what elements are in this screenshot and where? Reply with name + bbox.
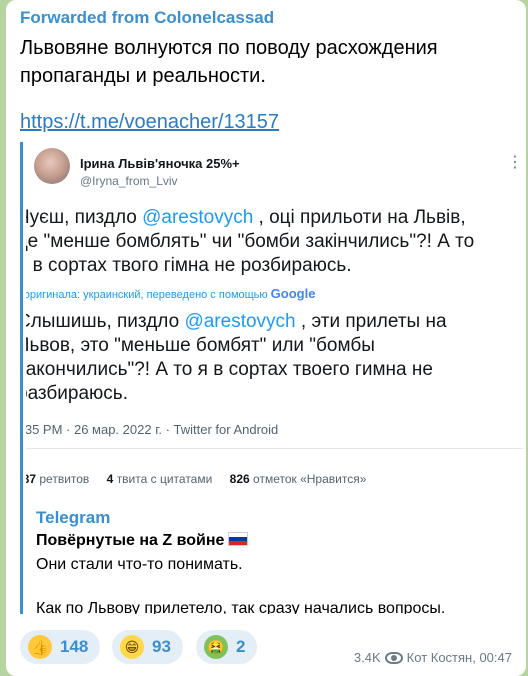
tweet-line: Львов, это "меньше бомбят" или "бомбы (26, 335, 375, 356)
tweet-original-text: Чуєш, пиздло @arestovych , оці прильоти … (26, 206, 523, 278)
google-logo: Google (270, 286, 316, 301)
grinning-face-icon: 😁 (120, 635, 144, 659)
message-text-line: пропаганды и реальности. (20, 65, 266, 87)
thumbs-up-icon: 👍 (28, 635, 52, 659)
preview-text-line: Как по Львову прилетело, так сразу начал… (36, 600, 446, 614)
tweet-line: Слышишь, пиздло @arestovych , эти прилет… (26, 311, 447, 332)
preview-text-line: Они стали что-то понимать. (36, 556, 243, 573)
russia-flag-icon (228, 532, 249, 546)
link-preview[interactable]: Ірина Львів'яночка 25%+ @Iryna_from_Lviv… (20, 142, 523, 614)
preview-site-name: Telegram (36, 508, 111, 527)
reaction-thumbs-up[interactable]: 👍 148 (20, 630, 101, 664)
nauseated-face-icon: 🤮 (204, 635, 228, 659)
tweet-line: Чуєш, пиздло @arestovych , оці прильоти … (26, 207, 466, 228)
preview-channel-title: Повёрнутые на Z войне (36, 532, 249, 550)
message-link[interactable]: https://t.me/voenacher/13157 (20, 111, 279, 134)
tweet-meta: 6:35 PM · 26 мар. 2022 г. · Twitter for … (26, 422, 279, 437)
forwarded-from-label[interactable]: Forwarded from Colonelcassad (20, 8, 274, 28)
author-time: Кот Костян, 00:47 (406, 650, 512, 665)
tweet-line: я в сортах твого гімна не розбираюсь. (26, 255, 352, 276)
message-text: Львовяне волнуются по поводу расхождения… (20, 34, 500, 90)
message-text-line: Львовяне волнуются по поводу расхождения (20, 37, 438, 59)
translation-note: Язык оригинала: украинский, переведено с… (26, 286, 316, 301)
reaction-count: 2 (236, 637, 246, 656)
mention-link: @arestovych (184, 311, 296, 332)
mention-link: @arestovych (142, 207, 254, 228)
reaction-nauseated-face[interactable]: 🤮 2 (196, 630, 258, 664)
avatar (34, 148, 70, 184)
tweet-line: разбираюсь. (26, 383, 128, 404)
tweet-author-handle: @Iryna_from_Lviv (80, 174, 178, 188)
divider (26, 448, 523, 449)
reaction-count: 148 (60, 637, 89, 656)
message-bubble: Forwarded from Colonelcassad Львовяне во… (6, 0, 526, 676)
tweet-author-name: Ірина Львів'яночка 25%+ (80, 156, 240, 171)
tweet-translated-text: Слышишь, пиздло @arestovych , эти прилет… (26, 310, 523, 406)
tweet-screenshot: Ірина Львів'яночка 25%+ @Iryna_from_Lviv… (26, 142, 523, 508)
message-footer: 3.4K Кот Костян, 00:47 (354, 650, 512, 665)
view-count: 3.4K (353, 650, 381, 665)
tweet-line: це "менше бомблять" чи "бомби закінчилис… (26, 231, 475, 252)
reaction-count: 93 (152, 637, 171, 656)
reaction-grinning-face[interactable]: 😁 93 (112, 630, 183, 664)
eye-icon (384, 651, 403, 664)
tweet-stats: 287 ретвитов 4 твита с цитатами 826 отме… (26, 472, 367, 486)
tweet-line: закончились"?! А то я в сортах твоего ги… (26, 359, 433, 380)
more-options-icon: ⋮ (507, 154, 523, 171)
